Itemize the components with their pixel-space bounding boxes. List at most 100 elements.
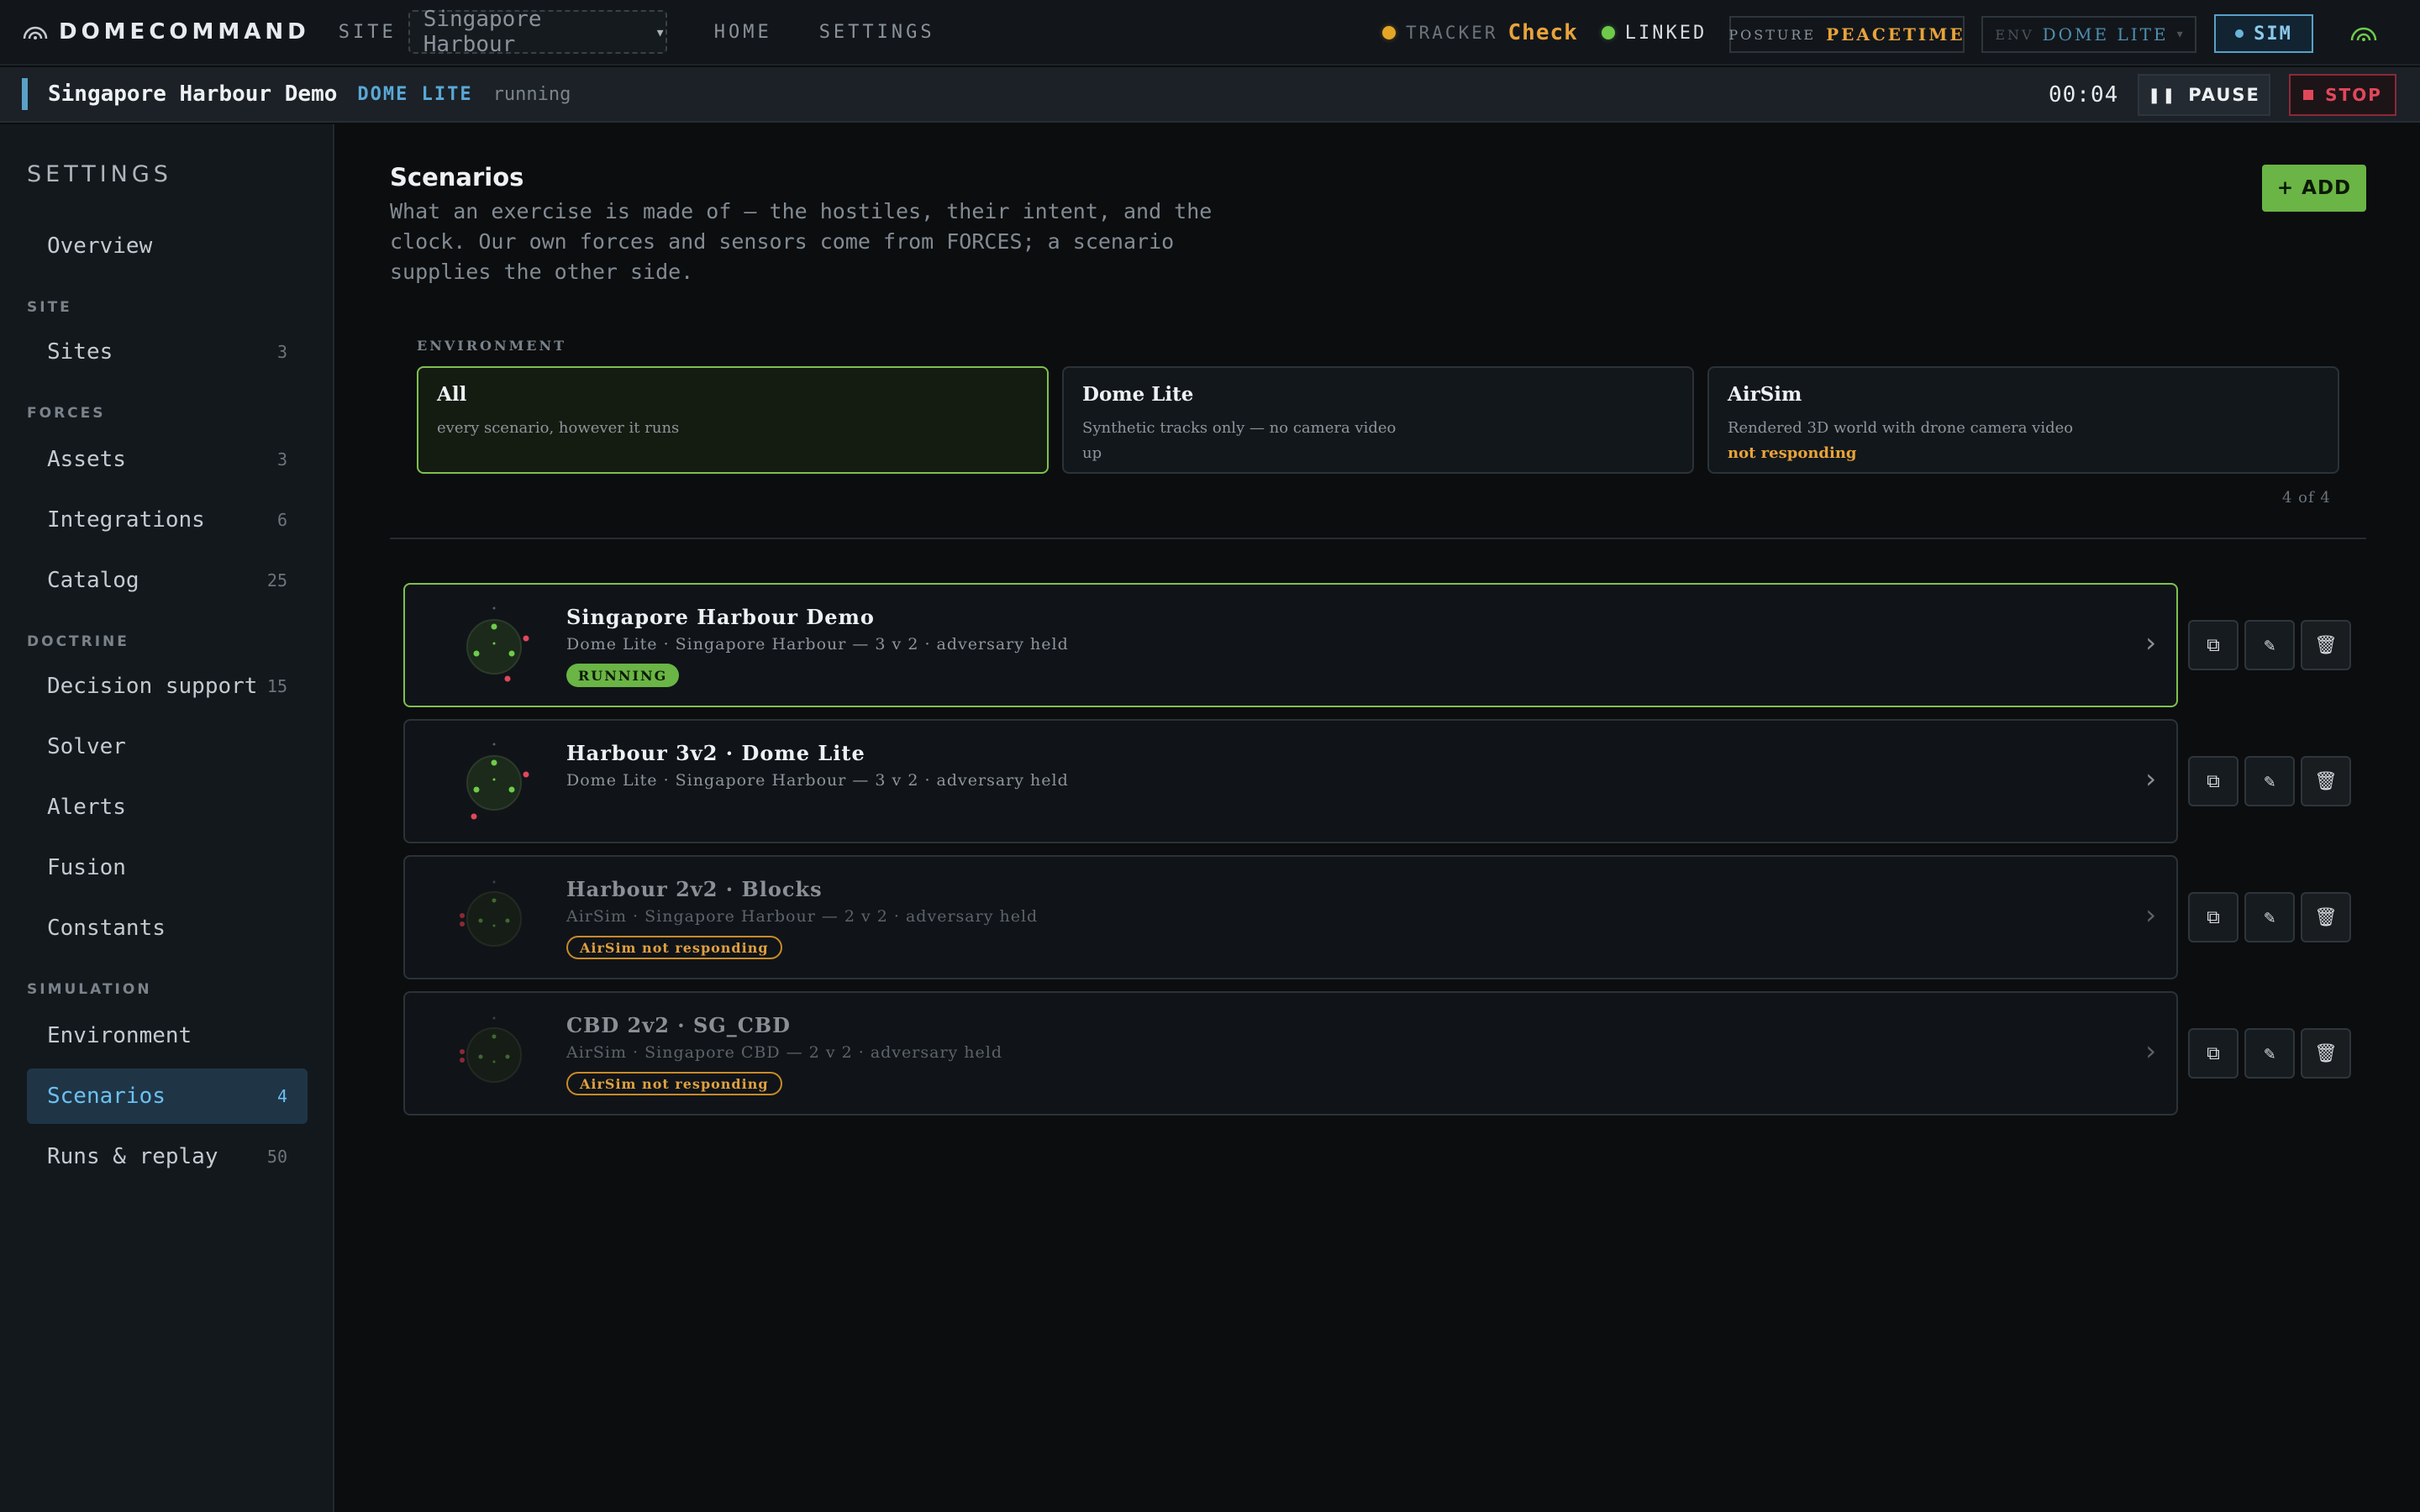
env-filter-desc: Synthetic tracks only — no camera video	[1082, 419, 1397, 437]
site-select-value: Singapore Harbour	[423, 7, 542, 57]
sidebar-item-label: Environment	[47, 1023, 192, 1048]
sidebar-item-label: Alerts	[47, 795, 126, 820]
sidebar-item-label: Assets	[47, 447, 126, 472]
env-filter-all[interactable]: All every scenario, however it runs	[417, 366, 1049, 474]
page-description: What an exercise is made of — the hostil…	[390, 199, 1213, 284]
top-bar: DOMECOMMAND SITE Singapore Harbour ▾ HOM…	[0, 0, 2420, 66]
env-filter-name: Dome Lite	[1082, 383, 1194, 406]
sidebar-item-label: Runs & replay	[47, 1144, 218, 1169]
trash-icon: 🗑	[2314, 634, 2338, 656]
sidebar-section-simulation: SIMULATION	[27, 981, 152, 998]
stop-button[interactable]: STOP	[2289, 74, 2396, 116]
sidebar-item-catalog[interactable]: Catalog 25	[27, 553, 308, 608]
status-badge: AirSim not responding	[566, 936, 782, 959]
site-select[interactable]: Singapore Harbour ▾	[408, 7, 667, 57]
delete-button[interactable]: 🗑	[2301, 892, 2351, 942]
sidebar-item-label: Catalog	[47, 568, 139, 593]
formation-icon	[466, 743, 529, 820]
sidebar-item-label: Decision support	[47, 674, 258, 699]
sidebar-item-decision-support[interactable]: Decision support 15	[27, 659, 308, 714]
tracker-status[interactable]: TRACKER Check LINKED	[1382, 0, 1707, 66]
sidebar-item-constants[interactable]: Constants	[27, 900, 308, 956]
sidebar-item-label: Scenarios	[47, 1084, 166, 1109]
sidebar-item-assets[interactable]: Assets 3	[27, 432, 308, 487]
link-status-dot-icon	[1601, 26, 1615, 39]
sidebar-item-alerts[interactable]: Alerts	[27, 780, 308, 835]
sim-label: SIM	[2254, 23, 2292, 45]
tracker-value: Check	[1507, 20, 1578, 45]
duplicate-button[interactable]: ⧉	[2188, 620, 2238, 670]
scenario-row[interactable]: Harbour 2v2 · Blocks AirSim · Singapore …	[403, 855, 2178, 979]
duplicate-icon: ⧉	[2207, 770, 2220, 792]
sidebar-item-count: 3	[276, 342, 287, 362]
delete-button[interactable]: 🗑	[2301, 1028, 2351, 1079]
sidebar-section-site: SITE	[27, 299, 72, 316]
scenario-subtitle: AirSim · Singapore CBD — 2 v 2 · adversa…	[566, 1043, 1003, 1062]
env-select[interactable]: ENV DOME LITE ▾	[1981, 16, 2196, 53]
env-filter-status: not responding	[1728, 444, 1857, 462]
logo[interactable]: DOMECOMMAND	[22, 19, 310, 45]
add-scenario-button[interactable]: + ADD	[2262, 165, 2366, 212]
delete-button[interactable]: 🗑	[2301, 756, 2351, 806]
posture-indicator[interactable]: POSTURE PEACETIME	[1728, 16, 1965, 53]
sidebar-item-solver[interactable]: Solver	[27, 719, 308, 774]
edit-button[interactable]: ✎	[2244, 756, 2295, 806]
duplicate-icon: ⧉	[2207, 906, 2220, 928]
sidebar-item-sites[interactable]: Sites 3	[27, 324, 308, 380]
env-filter-dome-lite[interactable]: Dome Lite Synthetic tracks only — no cam…	[1062, 366, 1694, 474]
duplicate-button[interactable]: ⧉	[2188, 1028, 2238, 1079]
sim-mode-button[interactable]: SIM	[2214, 14, 2313, 53]
edit-button[interactable]: ✎	[2244, 1028, 2295, 1079]
nav-home[interactable]: HOME	[714, 22, 772, 43]
env-filter-airsim[interactable]: AirSim Rendered 3D world with drone came…	[1707, 366, 2339, 474]
brand-name: DOMECOMMAND	[59, 19, 310, 45]
duplicate-button[interactable]: ⧉	[2188, 756, 2238, 806]
divider	[390, 538, 2366, 539]
env-filter-desc: Rendered 3D world with drone camera vide…	[1728, 419, 2074, 437]
edit-button[interactable]: ✎	[2244, 620, 2295, 670]
env-filter-name: AirSim	[1728, 383, 1802, 406]
nav-settings[interactable]: SETTINGS	[819, 22, 935, 43]
scenario-row[interactable]: Singapore Harbour Demo Dome Lite · Singa…	[403, 583, 2178, 707]
formation-icon	[466, 606, 529, 682]
chevron-down-icon: ▾	[2176, 28, 2183, 41]
settings-sidebar: SETTINGS Overview SITE Sites 3 FORCES As…	[0, 124, 334, 1512]
posture-value: PEACETIME	[1826, 24, 1965, 45]
sidebar-item-count: 3	[276, 449, 287, 470]
run-name: Singapore Harbour Demo	[48, 81, 338, 107]
site-label: SITE	[338, 21, 397, 43]
trash-icon: 🗑	[2314, 906, 2338, 928]
env-label: ENV	[1995, 26, 2034, 43]
env-filter-name: All	[437, 383, 467, 406]
pencil-icon: ✎	[2264, 906, 2275, 928]
duplicate-icon: ⧉	[2207, 1042, 2220, 1064]
scenario-title: CBD 2v2 · SG_CBD	[566, 1013, 791, 1037]
delete-button[interactable]: 🗑	[2301, 620, 2351, 670]
run-accent-bar	[22, 78, 28, 110]
stop-label: STOP	[2325, 85, 2382, 105]
sidebar-item-scenarios[interactable]: Scenarios 4	[27, 1068, 308, 1124]
tracker-status-dot-icon	[1382, 26, 1396, 39]
sidebar-item-overview[interactable]: Overview	[27, 218, 308, 274]
pause-icon: ❚❚	[2148, 86, 2177, 104]
sidebar-item-environment[interactable]: Environment	[27, 1008, 308, 1063]
scenario-subtitle: Dome Lite · Singapore Harbour — 3 v 2 · …	[566, 635, 1069, 654]
chevron-right-icon: ›	[2145, 763, 2156, 795]
duplicate-icon: ⧉	[2207, 634, 2220, 656]
chevron-right-icon: ›	[2145, 627, 2156, 659]
run-clock: 00:04	[2049, 82, 2119, 108]
duplicate-button[interactable]: ⧉	[2188, 892, 2238, 942]
chevron-right-icon: ›	[2145, 899, 2156, 931]
scenario-row[interactable]: Harbour 3v2 · Dome Lite Dome Lite · Sing…	[403, 719, 2178, 843]
env-value: DOME LITE	[2042, 24, 2169, 45]
sidebar-item-integrations[interactable]: Integrations 6	[27, 492, 308, 548]
page-title: Scenarios	[390, 163, 524, 192]
run-env: DOME LITE	[357, 83, 473, 105]
edit-button[interactable]: ✎	[2244, 892, 2295, 942]
scenario-row[interactable]: CBD 2v2 · SG_CBD AirSim · Singapore CBD …	[403, 991, 2178, 1116]
sidebar-item-runs-replay[interactable]: Runs & replay 50	[27, 1129, 308, 1184]
signal-icon[interactable]	[2349, 22, 2379, 44]
sidebar-section-forces: FORCES	[27, 405, 106, 422]
sidebar-item-fusion[interactable]: Fusion	[27, 840, 308, 895]
pause-button[interactable]: ❚❚ PAUSE	[2138, 74, 2270, 116]
